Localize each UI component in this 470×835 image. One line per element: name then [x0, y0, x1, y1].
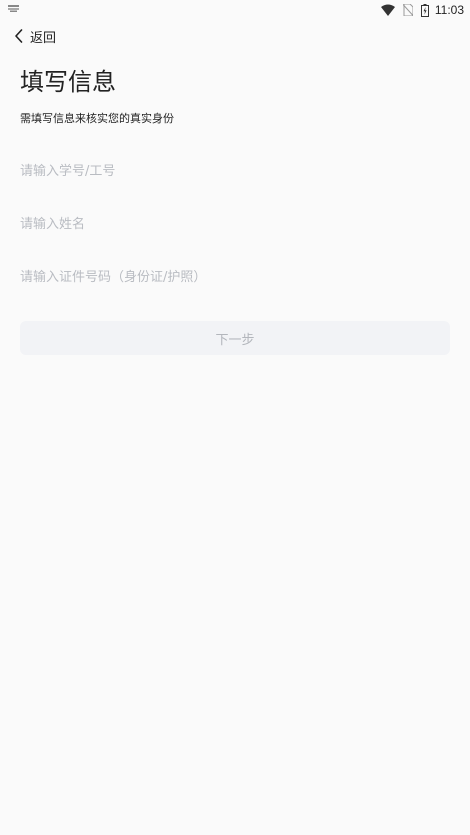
name-input[interactable]: [20, 212, 450, 236]
status-icons: 11:03: [380, 2, 464, 18]
status-time: 11:03: [434, 3, 464, 17]
wifi-icon: [380, 4, 395, 16]
back-button[interactable]: 返回: [14, 26, 56, 46]
battery-charging-icon: [420, 3, 429, 17]
notification-icon: [8, 5, 19, 12]
student-id-input[interactable]: [20, 159, 450, 183]
status-bar: 11:03: [0, 0, 470, 20]
id-number-input[interactable]: [20, 265, 450, 289]
chevron-left-icon: [15, 29, 23, 43]
page-subtitle: 需填写信息来核实您的真实身份: [20, 112, 174, 125]
no-sim-icon: [402, 4, 413, 16]
back-label: 返回: [30, 30, 57, 46]
next-step-button[interactable]: 下一步: [20, 321, 450, 355]
page-title: 填写信息: [20, 68, 116, 96]
